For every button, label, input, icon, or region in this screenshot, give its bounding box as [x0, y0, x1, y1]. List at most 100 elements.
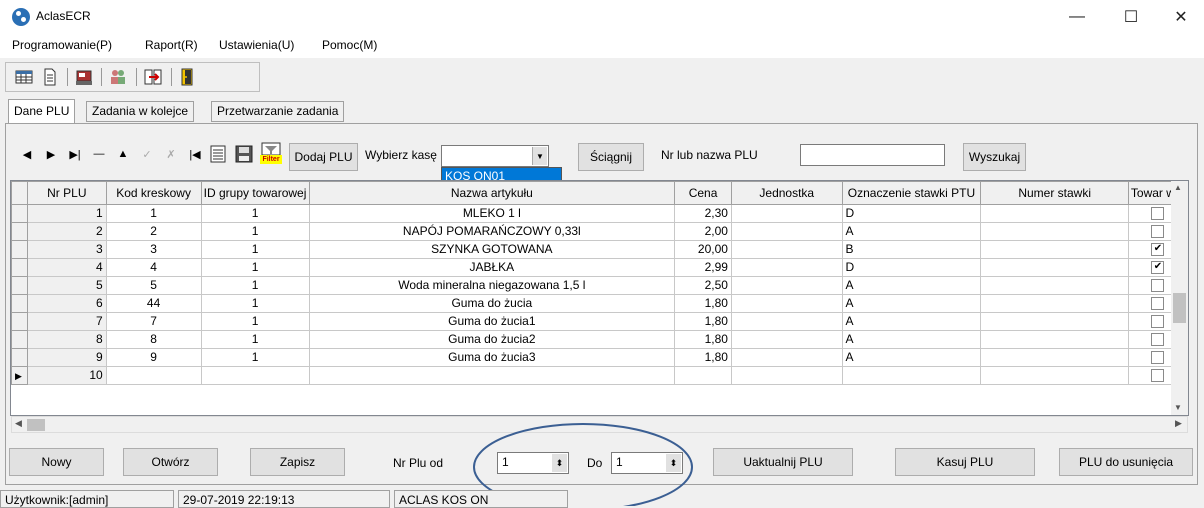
cell-kod-kreskowy[interactable]: 5 — [105, 276, 202, 295]
scroll-thumb[interactable] — [1173, 293, 1186, 323]
filter-icon[interactable]: Filter — [260, 142, 282, 164]
add-plu-button[interactable]: Dodaj PLU — [289, 143, 358, 171]
table-row[interactable]: 1 1 1 MLEKO 1 l 2,30 D — [11, 204, 1188, 223]
cell-oznaczenie-ptu[interactable]: B — [841, 240, 982, 259]
cell-nazwa[interactable]: Guma do żucia3 — [308, 348, 676, 367]
weighted-checkbox[interactable] — [1151, 351, 1165, 365]
cell-id-grupy[interactable]: 1 — [200, 204, 310, 223]
header-cena[interactable]: Cena — [674, 181, 732, 205]
chevron-down-icon[interactable]: ▼ — [532, 147, 547, 165]
update-plu-button[interactable]: Uaktualnij PLU — [713, 448, 853, 476]
cell-nr-plu[interactable]: 2 — [26, 222, 107, 241]
cell-kod-kreskowy[interactable]: 3 — [105, 240, 202, 259]
cell-jednostka[interactable] — [730, 222, 843, 241]
cell-cena[interactable]: 1,80 — [674, 330, 732, 349]
nav-last-button[interactable]: ▶| — [66, 145, 84, 163]
cell-id-grupy[interactable]: 1 — [200, 276, 310, 295]
close-button[interactable]: ✕ — [1158, 0, 1204, 34]
nav-first-button[interactable]: |◀ — [186, 145, 204, 163]
cell-id-grupy[interactable]: 1 — [200, 294, 310, 313]
cell-cena[interactable]: 2,00 — [674, 222, 732, 241]
cell-jednostka[interactable] — [730, 366, 843, 385]
header-id-grupy[interactable]: ID grupy towarowej — [200, 181, 310, 205]
cell-oznaczenie-ptu[interactable]: A — [841, 222, 982, 241]
nav-next-button[interactable]: ▶ — [42, 145, 60, 163]
cell-nr-plu[interactable]: 10 — [26, 366, 107, 385]
menu-raport[interactable]: Raport(R) — [145, 38, 198, 52]
cell-id-grupy[interactable]: 1 — [200, 222, 310, 241]
plu-to-remove-button[interactable]: PLU do usunięcia — [1059, 448, 1193, 476]
table-row[interactable]: 3 3 1 SZYNKA GOTOWANA 20,00 B ✔ — [11, 240, 1188, 259]
table-row[interactable]: 7 7 1 Guma do żucia1 1,80 A — [11, 312, 1188, 331]
weighted-checkbox[interactable] — [1151, 297, 1165, 311]
cell-kod-kreskowy[interactable]: 7 — [105, 312, 202, 331]
cell-nazwa[interactable] — [308, 366, 676, 385]
transfer-icon[interactable] — [143, 67, 163, 87]
cell-oznaczenie-ptu[interactable]: D — [841, 258, 982, 277]
cell-oznaczenie-ptu[interactable]: A — [841, 276, 982, 295]
cell-oznaczenie-ptu[interactable]: A — [841, 294, 982, 313]
cell-id-grupy[interactable] — [200, 366, 310, 385]
cell-cena[interactable]: 20,00 — [674, 240, 732, 259]
cell-numer-stawki[interactable] — [980, 276, 1129, 295]
cell-id-grupy[interactable]: 1 — [200, 258, 310, 277]
cell-numer-stawki[interactable] — [980, 258, 1129, 277]
cell-jednostka[interactable] — [730, 276, 843, 295]
cell-numer-stawki[interactable] — [980, 366, 1129, 385]
cell-nazwa[interactable]: SZYNKA GOTOWANA — [308, 240, 676, 259]
header-nazwa[interactable]: Nazwa artykułu — [308, 181, 676, 205]
search-button[interactable]: Wyszukaj — [963, 143, 1026, 171]
header-nr-plu[interactable]: Nr PLU — [26, 181, 107, 205]
new-button[interactable]: Nowy — [9, 448, 104, 476]
cell-cena[interactable]: 2,30 — [674, 204, 732, 223]
cell-nr-plu[interactable]: 5 — [26, 276, 107, 295]
cell-id-grupy[interactable]: 1 — [200, 330, 310, 349]
vertical-scrollbar[interactable]: ▲ ▼ — [1171, 181, 1188, 415]
cell-kod-kreskowy[interactable]: 2 — [105, 222, 202, 241]
scroll-right-icon[interactable]: ▶ — [1175, 418, 1182, 429]
cell-nazwa[interactable]: JABŁKA — [308, 258, 676, 277]
cell-jednostka[interactable] — [730, 240, 843, 259]
menu-ustawienia[interactable]: Ustawienia(U) — [219, 38, 294, 52]
scroll-left-icon[interactable]: ◀ — [15, 418, 22, 429]
cell-nazwa[interactable]: Guma do żucia — [308, 294, 676, 313]
cell-nr-plu[interactable]: 8 — [26, 330, 107, 349]
menu-pomoc[interactable]: Pomoc(M) — [322, 38, 377, 52]
menu-programowanie[interactable]: Programowanie(P) — [12, 38, 112, 52]
table-icon[interactable] — [14, 67, 34, 87]
tab-przetwarzanie-zadania[interactable]: Przetwarzanie zadania — [211, 101, 345, 122]
cell-kod-kreskowy[interactable] — [105, 366, 202, 385]
table-row[interactable]: ▶ 10 — [11, 366, 1188, 385]
horizontal-scrollbar[interactable]: ◀ ▶ — [11, 416, 1188, 433]
exit-door-icon[interactable] — [177, 67, 197, 87]
nav-post-button[interactable]: ✓ — [138, 145, 156, 163]
cell-jednostka[interactable] — [730, 330, 843, 349]
cell-nr-plu[interactable]: 1 — [26, 204, 107, 223]
cell-nr-plu[interactable]: 4 — [26, 258, 107, 277]
cell-jednostka[interactable] — [730, 204, 843, 223]
cell-cena[interactable]: 1,80 — [674, 348, 732, 367]
cell-numer-stawki[interactable] — [980, 294, 1129, 313]
cell-kod-kreskowy[interactable]: 44 — [105, 294, 202, 313]
cell-nr-plu[interactable]: 3 — [26, 240, 107, 259]
plu-search-input[interactable] — [800, 144, 945, 166]
cell-cena[interactable]: 2,50 — [674, 276, 732, 295]
weighted-checkbox[interactable] — [1151, 333, 1165, 347]
weighted-checkbox[interactable] — [1151, 225, 1165, 239]
cell-cena[interactable]: 1,80 — [674, 312, 732, 331]
cell-jednostka[interactable] — [730, 258, 843, 277]
open-button[interactable]: Otwórz — [123, 448, 218, 476]
cell-kod-kreskowy[interactable]: 9 — [105, 348, 202, 367]
cell-nazwa[interactable]: Guma do żucia1 — [308, 312, 676, 331]
save-button[interactable]: Zapisz — [250, 448, 345, 476]
cell-jednostka[interactable] — [730, 294, 843, 313]
cell-numer-stawki[interactable] — [980, 312, 1129, 331]
table-row[interactable]: 9 9 1 Guma do żucia3 1,80 A — [11, 348, 1188, 367]
cell-oznaczenie-ptu[interactable]: D — [841, 204, 982, 223]
cell-numer-stawki[interactable] — [980, 348, 1129, 367]
cell-jednostka[interactable] — [730, 348, 843, 367]
save-disk-icon[interactable] — [234, 144, 254, 164]
cell-id-grupy[interactable]: 1 — [200, 348, 310, 367]
header-oznaczenie-ptu[interactable]: Oznaczenie stawki PTU — [841, 181, 982, 205]
hscroll-thumb[interactable] — [27, 419, 45, 431]
